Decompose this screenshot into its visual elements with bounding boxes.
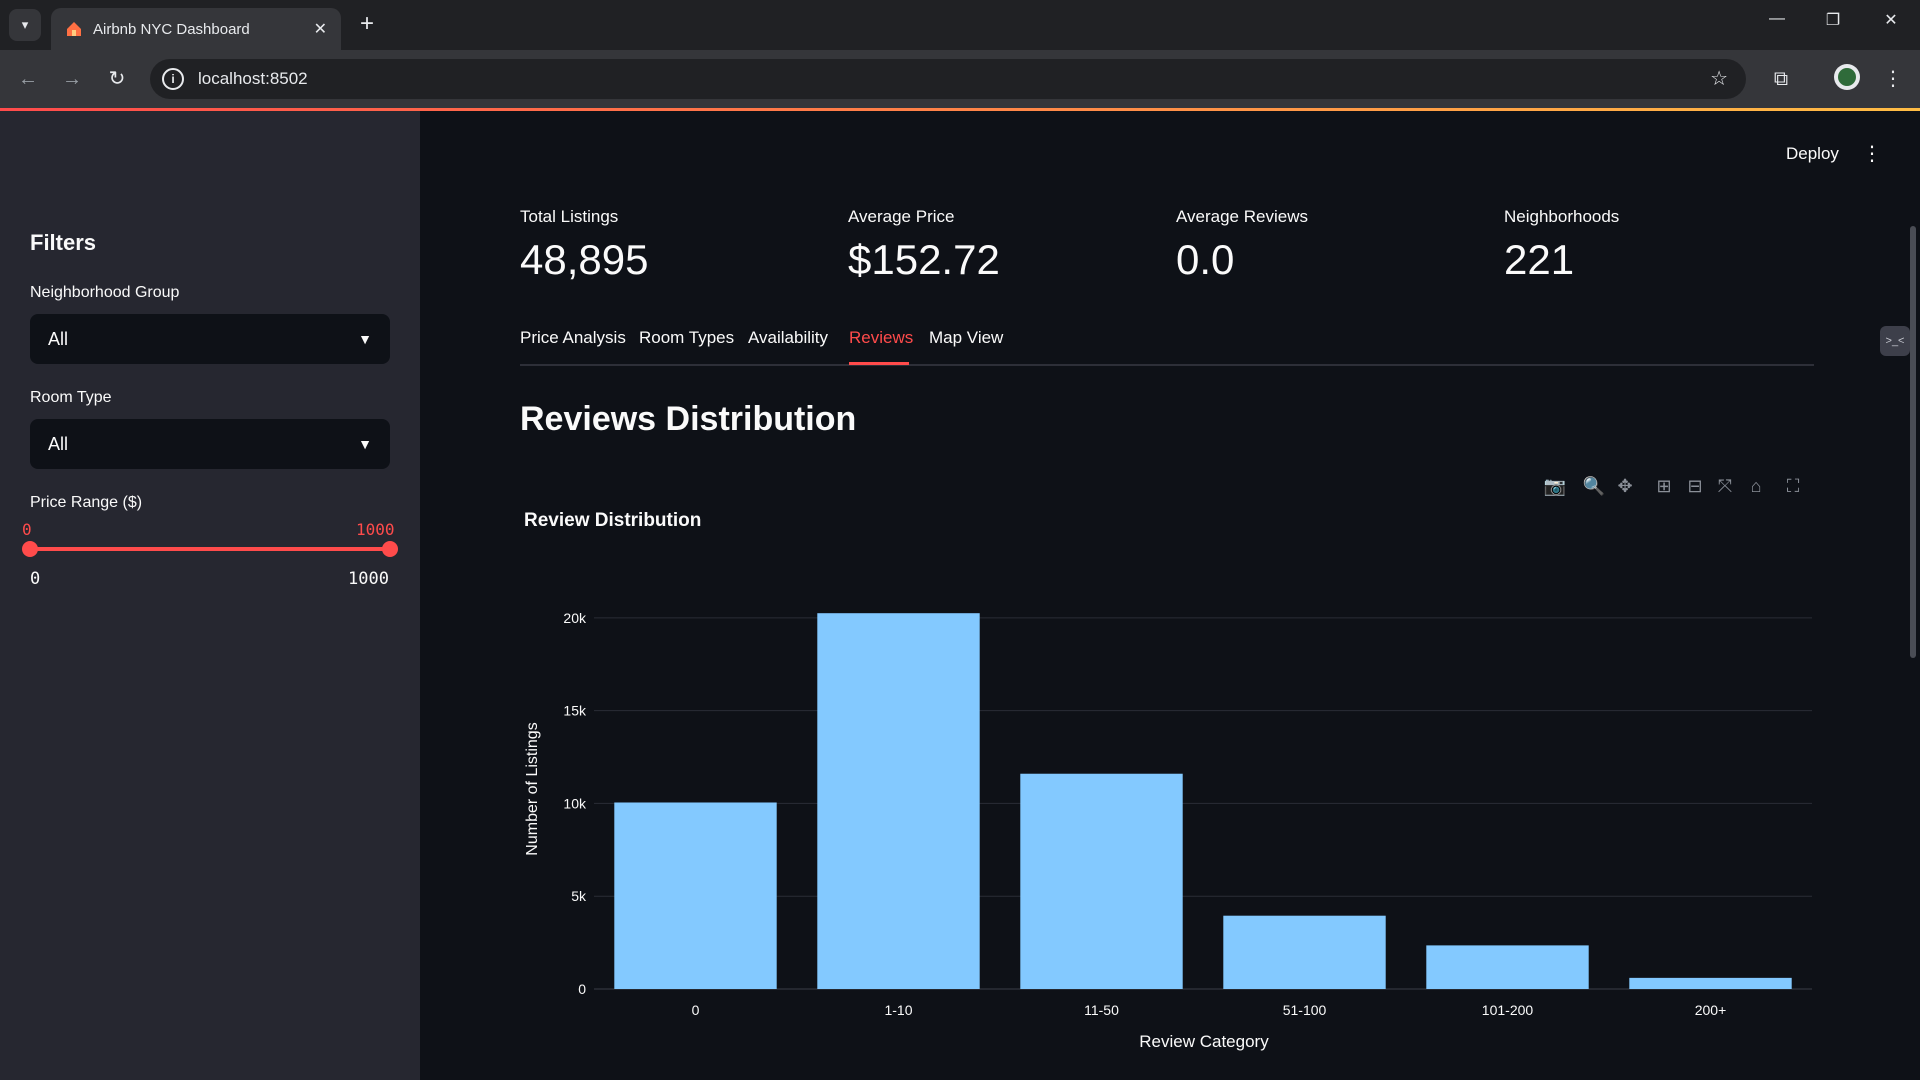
- price-range-max-thumb[interactable]: [382, 541, 398, 557]
- metric-average-reviews-label: Average Reviews: [1176, 207, 1308, 226]
- chart-y-ticks: 0 5k 10k 15k 20k: [563, 610, 587, 997]
- autoscale-icon[interactable]: ⤧: [1712, 476, 1738, 497]
- tab-title: Airbnb NYC Dashboard: [93, 20, 250, 38]
- tab-bar: Price Analysis Room Types Availability R…: [520, 326, 1814, 366]
- tab-room-types[interactable]: Room Types: [639, 328, 734, 348]
- bar-1-10[interactable]: [817, 613, 980, 989]
- main-menu-icon[interactable]: ⋮: [1862, 141, 1882, 166]
- browser-tab-bar: ▾ Airbnb NYC Dashboard ✕ + — ❐ ✕: [0, 0, 1920, 50]
- address-bar[interactable]: i localhost:8502 ☆: [150, 59, 1746, 99]
- metric-average-reviews-value: 0.0: [1176, 236, 1235, 283]
- metric-neighborhoods-label: Neighborhoods: [1504, 207, 1620, 226]
- y-tick-label: 20k: [563, 610, 587, 626]
- metric-neighborhoods-value: 221: [1504, 236, 1575, 283]
- bar-11-50[interactable]: [1020, 773, 1183, 989]
- tab-search-chevron-icon[interactable]: ▾: [9, 9, 41, 41]
- tab-map-view[interactable]: Map View: [929, 328, 1003, 348]
- tab-reviews[interactable]: Reviews: [849, 328, 913, 348]
- house-favicon-icon: [67, 22, 81, 36]
- url-text: localhost:8502: [198, 69, 308, 88]
- price-range-label: Price Range ($): [30, 494, 143, 511]
- neighborhood-group-label: Neighborhood Group: [30, 284, 180, 301]
- slider-range-min: 0: [30, 569, 41, 589]
- price-range-min-thumb[interactable]: [22, 541, 38, 557]
- reload-icon[interactable]: ↻: [102, 64, 132, 94]
- fullscreen-icon[interactable]: ⛶: [1780, 476, 1806, 497]
- chart-x-ticks: 0 1-10 11-50 51-100 101-200 200+: [692, 1002, 1727, 1018]
- site-info-icon[interactable]: i: [162, 68, 184, 90]
- room-type-select[interactable]: All ▼: [30, 419, 390, 469]
- room-type-label: Room Type: [30, 389, 112, 406]
- new-tab-icon[interactable]: +: [352, 10, 382, 40]
- x-tick-label: 11-50: [1084, 1002, 1119, 1018]
- tab-close-icon[interactable]: ✕: [314, 19, 327, 39]
- room-type-value: All: [48, 433, 69, 454]
- metric-average-price-value: $152.72: [848, 236, 1000, 283]
- metric-average-price-label: Average Price: [848, 207, 955, 226]
- back-icon[interactable]: ←: [13, 64, 43, 94]
- forward-icon[interactable]: →: [57, 64, 87, 94]
- section-title: Reviews Distribution: [520, 400, 857, 438]
- zoom-in-icon[interactable]: ⊞: [1651, 476, 1677, 497]
- zoom-out-icon[interactable]: ⊟: [1682, 476, 1708, 497]
- restore-icon[interactable]: ❐: [1818, 10, 1848, 30]
- slider-current-min: 0: [22, 520, 32, 539]
- home-icon[interactable]: ⌂: [1743, 476, 1769, 497]
- price-range-slider-track[interactable]: [30, 547, 390, 551]
- side-panel-toggle-icon[interactable]: >_<: [1880, 326, 1910, 356]
- bar-51-100[interactable]: [1223, 915, 1386, 989]
- x-tick-label: 1-10: [884, 1002, 912, 1018]
- window-close-icon[interactable]: ✕: [1876, 10, 1906, 30]
- bar-200+[interactable]: [1629, 977, 1792, 989]
- metric-total-listings-label: Total Listings: [520, 207, 619, 226]
- y-tick-label: 0: [578, 981, 586, 997]
- browser-toolbar: ← → ↻ i localhost:8502 ☆ ⧉ ⋮: [0, 50, 1920, 108]
- sidebar-title: Filters: [30, 230, 97, 255]
- tab-availability[interactable]: Availability: [748, 328, 828, 348]
- deploy-button[interactable]: Deploy: [1786, 144, 1839, 164]
- browser-menu-icon[interactable]: ⋮: [1878, 64, 1908, 94]
- browser-tab[interactable]: Airbnb NYC Dashboard ✕: [51, 8, 341, 50]
- y-tick-label: 5k: [571, 888, 587, 904]
- x-tick-label: 200+: [1695, 1002, 1727, 1018]
- slider-range-max: 1000: [348, 569, 389, 589]
- tab-price-analysis[interactable]: Price Analysis: [520, 328, 626, 348]
- camera-icon[interactable]: 📷: [1542, 476, 1568, 497]
- chevron-down-icon: ▼: [358, 436, 372, 452]
- neighborhood-group-value: All: [48, 328, 69, 349]
- y-tick-label: 10k: [563, 795, 587, 811]
- chart-bars: [614, 613, 1792, 989]
- bookmark-star-icon[interactable]: ☆: [1710, 66, 1728, 91]
- zoom-icon[interactable]: 🔍: [1581, 476, 1607, 497]
- y-tick-label: 15k: [563, 703, 587, 719]
- x-tick-label: 101-200: [1482, 1002, 1534, 1018]
- active-tab-indicator: [849, 362, 909, 365]
- chart-x-axis-label: Review Category: [1139, 1032, 1269, 1051]
- x-tick-label: 51-100: [1283, 1002, 1327, 1018]
- bar-0[interactable]: [614, 802, 777, 989]
- slider-current-max: 1000: [356, 520, 395, 539]
- metric-total-listings-value: 48,895: [520, 236, 649, 283]
- extensions-icon[interactable]: ⧉: [1766, 64, 1796, 94]
- bar-101-200[interactable]: [1426, 945, 1589, 989]
- profile-avatar[interactable]: [1834, 64, 1860, 90]
- sidebar: Filters Neighborhood Group All ▼ Room Ty…: [0, 111, 420, 1080]
- chart-gridlines: [594, 617, 1812, 990]
- scrollbar-thumb[interactable]: [1910, 226, 1916, 658]
- x-tick-label: 0: [692, 1002, 700, 1018]
- neighborhood-group-select[interactable]: All ▼: [30, 314, 390, 364]
- pan-icon[interactable]: ✥: [1612, 476, 1638, 497]
- chart-title: Review Distribution: [524, 510, 701, 531]
- chart-y-axis-label: Number of Listings: [524, 722, 541, 855]
- chevron-down-icon: ▼: [358, 331, 372, 347]
- minimize-icon[interactable]: —: [1762, 10, 1792, 28]
